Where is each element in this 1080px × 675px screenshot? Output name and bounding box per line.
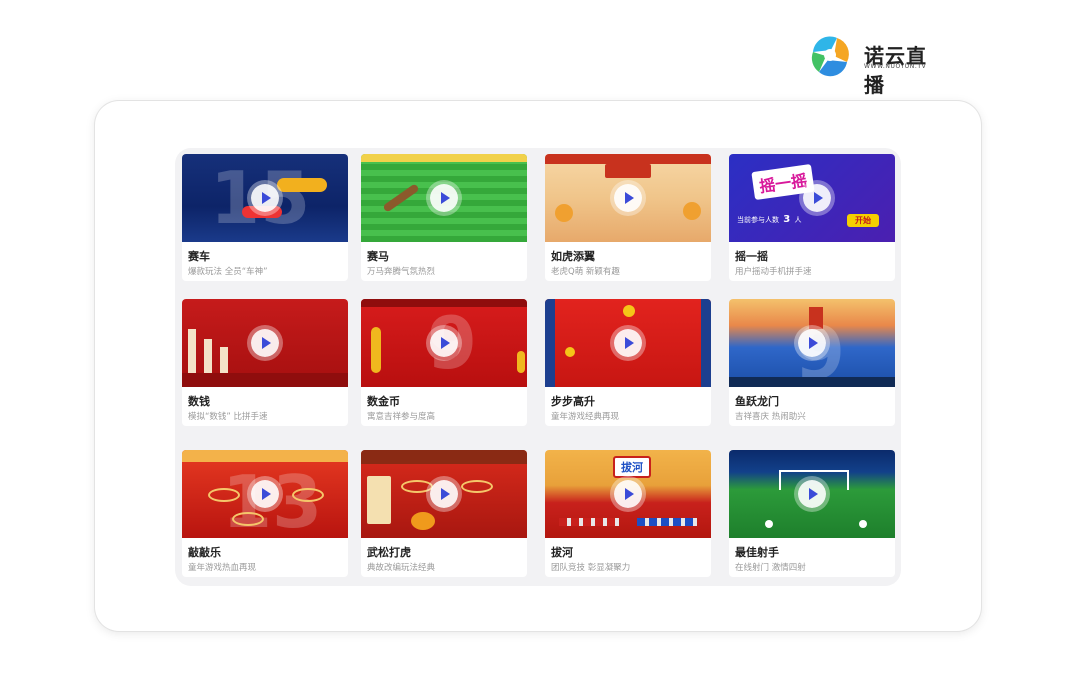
game-title: 敲敲乐 [188,546,221,559]
game-card-drum[interactable]: 13 敲敲乐 童年游戏热血再现 [182,450,348,577]
game-card-tiger[interactable]: 如虎添翼 老虎Q萌 新颖有趣 [545,154,711,281]
play-icon[interactable] [430,329,458,357]
game-title: 摇一摇 [735,250,768,263]
game-showcase-panel: 15 赛车 爆款玩法 全员“车神” 赛马 万马奔腾气氛热烈 [95,101,981,631]
game-card-wusong[interactable]: 武松打虎 典故改编玩法经典 [361,450,527,577]
game-title: 步步高升 [551,395,595,408]
play-icon[interactable] [803,184,831,212]
play-icon[interactable] [251,184,279,212]
play-icon[interactable] [614,480,642,508]
tug-banner: 拔河 [613,456,651,478]
game-subtitle: 童年游戏热血再现 [188,563,257,573]
game-title: 赛车 [188,250,210,263]
play-icon[interactable] [251,329,279,357]
game-card-shake[interactable]: 摇一摇 当前参与人数 3 人 开始 摇一摇 用户摇动手机拼手速 [729,154,895,281]
participant-count-label: 当前参与人数 [737,216,779,224]
game-subtitle: 吉祥喜庆 热闹助兴 [735,412,806,422]
game-subtitle: 爆款玩法 全员“车神” [188,267,268,277]
game-card-money[interactable]: 数钱 模拟“数钱” 比拼手速 [182,299,348,426]
game-subtitle: 模拟“数钱” 比拼手速 [188,412,268,422]
play-icon[interactable] [798,480,826,508]
game-subtitle: 童年游戏经典再现 [551,412,620,422]
play-icon[interactable] [430,184,458,212]
game-thumbnail[interactable]: 9 [361,299,527,387]
game-title: 最佳射手 [735,546,779,559]
game-title: 鱼跃龙门 [735,395,779,408]
play-icon[interactable] [430,480,458,508]
game-title: 赛马 [367,250,389,263]
game-grid: 15 赛车 爆款玩法 全员“车神” 赛马 万马奔腾气氛热烈 [175,148,901,586]
brand-logo: 诺云直播 WWW.NUOYUN.TV [807,32,937,97]
game-card-tug[interactable]: 拔河 拔河 团队竞技 彰显凝聚力 [545,450,711,577]
game-thumbnail[interactable] [361,450,527,538]
game-title: 拔河 [551,546,573,559]
game-title: 如虎添翼 [551,250,595,263]
game-thumbnail[interactable] [545,299,711,387]
game-card-step[interactable]: 步步高升 童年游戏经典再现 [545,299,711,426]
game-thumbnail[interactable] [182,299,348,387]
game-title: 数金币 [367,395,400,408]
game-subtitle: 老虎Q萌 新颖有趣 [551,267,620,277]
game-card-fish[interactable]: 9 鱼跃龙门 吉祥喜庆 热闹助兴 [729,299,895,426]
participant-count: 3 [783,214,791,225]
nuoyun-logo-icon [811,36,849,77]
game-subtitle: 典故改编玩法经典 [367,563,436,573]
game-thumbnail[interactable]: 13 [182,450,348,538]
game-thumbnail[interactable]: 拔河 [545,450,711,538]
play-icon[interactable] [614,329,642,357]
game-thumbnail[interactable] [545,154,711,242]
play-icon[interactable] [614,184,642,212]
game-title: 数钱 [188,395,210,408]
participant-count-unit: 人 [794,216,802,224]
start-button: 开始 [847,214,879,227]
game-subtitle: 寓意吉祥参与度高 [367,412,436,422]
game-thumbnail[interactable]: 15 [182,154,348,242]
game-card-shoot[interactable]: 最佳射手 在线射门 激情四射 [729,450,895,577]
game-subtitle: 万马奔腾气氛热烈 [367,267,436,277]
game-title: 武松打虎 [367,546,411,559]
game-thumbnail[interactable] [361,154,527,242]
play-icon[interactable] [798,329,826,357]
brand-url: WWW.NUOYUN.TV [864,63,927,70]
game-card-race[interactable]: 15 赛车 爆款玩法 全员“车神” [182,154,348,281]
game-thumbnail[interactable] [729,450,895,538]
game-subtitle: 在线射门 激情四射 [735,563,806,573]
game-thumbnail[interactable]: 摇一摇 当前参与人数 3 人 开始 [729,154,895,242]
game-thumbnail[interactable]: 9 [729,299,895,387]
game-card-horse[interactable]: 赛马 万马奔腾气氛热烈 [361,154,527,281]
play-icon[interactable] [251,480,279,508]
game-subtitle: 用户摇动手机拼手速 [735,267,812,277]
game-subtitle: 团队竞技 彰显凝聚力 [551,563,631,573]
game-card-coin[interactable]: 9 数金币 寓意吉祥参与度高 [361,299,527,426]
